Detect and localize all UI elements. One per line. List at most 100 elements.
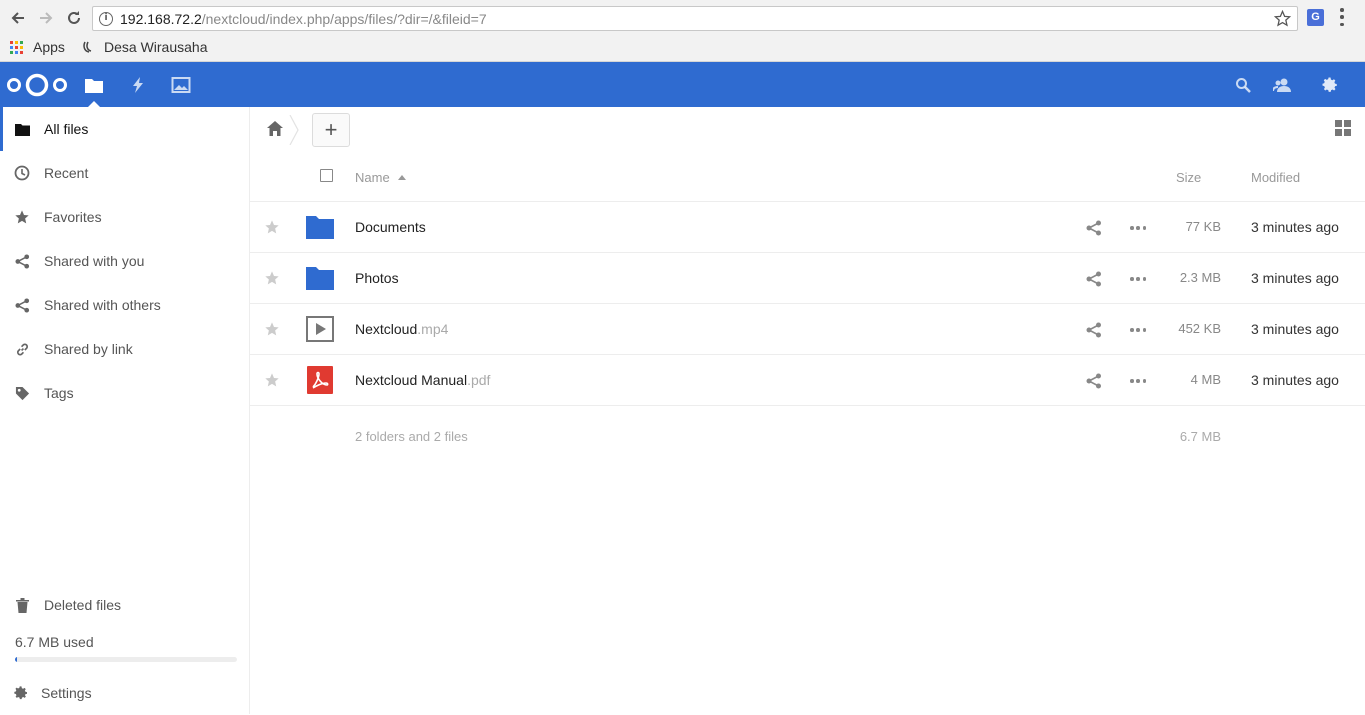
folder-icon <box>14 121 30 137</box>
clock-icon <box>14 165 30 181</box>
sidebar-item-label: Recent <box>44 165 89 181</box>
trash-icon <box>14 597 30 613</box>
bookmarks-bar: Apps Desa Wirausaha <box>0 36 1365 62</box>
app-content: + Name Size Modified Documents 77 KB 3 m… <box>250 107 1365 714</box>
file-name[interactable]: Documents <box>355 219 426 235</box>
grid-view-icon[interactable] <box>1335 120 1351 136</box>
share-icon[interactable] <box>1086 322 1102 338</box>
back-button[interactable] <box>8 8 28 28</box>
contacts-icon <box>1273 78 1291 92</box>
sidebar-item-recent[interactable]: Recent <box>0 151 249 195</box>
file-modified: 3 minutes ago <box>1251 321 1339 337</box>
file-row-documents[interactable]: Documents 77 KB 3 minutes ago <box>250 202 1365 253</box>
url-host: 192.168.72.2 <box>120 10 202 27</box>
file-size: 452 KB <box>1178 321 1221 336</box>
more-actions-icon[interactable] <box>1130 328 1146 332</box>
browser-toolbar: i 192.168.72.2/nextcloud/index.php/apps/… <box>0 0 1365 36</box>
search-icon <box>1236 78 1251 93</box>
bookmark-apps[interactable]: Apps <box>10 39 65 55</box>
breadcrumb-separator <box>289 115 299 145</box>
column-modified-sort[interactable]: Modified <box>1251 170 1300 185</box>
file-size: 4 MB <box>1190 372 1221 387</box>
more-actions-icon[interactable] <box>1130 277 1146 281</box>
more-actions-icon[interactable] <box>1130 226 1146 230</box>
site-favicon-icon <box>83 41 92 53</box>
bookmark-label: Apps <box>33 39 65 55</box>
translate-extension-icon[interactable]: G <box>1307 9 1324 26</box>
activity-icon <box>133 77 143 93</box>
video-file-icon[interactable] <box>305 315 335 343</box>
column-name-sort[interactable]: Name <box>355 170 406 185</box>
controls-bar: + <box>250 107 1365 153</box>
bookmark-desa-wirausaha[interactable]: Desa Wirausaha <box>82 39 208 55</box>
settings-gear-icon <box>13 685 29 701</box>
file-row-nextcloud-manual-pdf[interactable]: Nextcloud Manual.pdf 4 MB 3 minutes ago <box>250 355 1365 406</box>
share-icon[interactable] <box>1086 373 1102 389</box>
folder-icon[interactable] <box>305 264 335 292</box>
file-row-nextcloud-mp4[interactable]: Nextcloud.mp4 452 KB 3 minutes ago <box>250 304 1365 355</box>
select-all-checkbox[interactable] <box>320 169 333 182</box>
file-name[interactable]: Nextcloud Manual.pdf <box>355 372 490 388</box>
file-list-summary: 2 folders and 2 files 6.7 MB <box>250 427 1365 447</box>
favorite-star-icon[interactable] <box>264 270 280 286</box>
app-header <box>0 62 1365 107</box>
sidebar-item-shared-with-you[interactable]: Shared with you <box>0 239 249 283</box>
sidebar-settings-button[interactable]: Settings <box>0 671 249 715</box>
column-size-sort[interactable]: Size <box>1176 170 1201 185</box>
contacts-button[interactable] <box>1271 74 1293 96</box>
arrow-right-icon <box>40 12 53 24</box>
files-app-link[interactable] <box>83 74 105 96</box>
star-icon <box>14 209 30 225</box>
settings-menu-button[interactable] <box>1319 74 1341 96</box>
share-icon[interactable] <box>1086 220 1102 236</box>
sidebar-item-label: Favorites <box>44 209 102 225</box>
sidebar-item-favorites[interactable]: Favorites <box>0 195 249 239</box>
sidebar-item-shared-by-link[interactable]: Shared by link <box>0 327 249 371</box>
arrow-left-icon <box>11 12 24 24</box>
file-list-header: Name Size Modified <box>250 153 1365 202</box>
browser-menu-icon[interactable] <box>1340 8 1344 26</box>
share-icon[interactable] <box>1086 271 1102 287</box>
search-button[interactable] <box>1232 74 1254 96</box>
sidebar-item-shared-with-others[interactable]: Shared with others <box>0 283 249 327</box>
sidebar-item-tags[interactable]: Tags <box>0 371 249 415</box>
reload-icon <box>68 11 80 24</box>
sidebar-item-label: Shared by link <box>44 341 133 357</box>
summary-count: 2 folders and 2 files <box>355 429 468 444</box>
pdf-file-icon[interactable] <box>305 366 335 394</box>
file-modified: 3 minutes ago <box>1251 270 1339 286</box>
apps-grid-icon <box>10 40 23 54</box>
bookmark-star-icon[interactable] <box>1274 10 1291 27</box>
favorite-star-icon[interactable] <box>264 372 280 388</box>
info-icon[interactable]: i <box>99 11 113 26</box>
sidebar-item-label: Shared with others <box>44 297 161 313</box>
home-icon[interactable] <box>267 121 283 136</box>
url-path: /nextcloud/index.php/apps/files/?dir=/&f… <box>201 10 487 27</box>
sidebar-item-label: Settings <box>41 685 92 701</box>
gallery-app-link[interactable] <box>170 74 192 96</box>
file-size: 77 KB <box>1185 219 1221 234</box>
file-name[interactable]: Nextcloud.mp4 <box>355 321 448 337</box>
summary-size: 6.7 MB <box>1179 429 1221 444</box>
nextcloud-logo[interactable] <box>6 72 68 98</box>
file-name[interactable]: Photos <box>355 270 399 286</box>
sort-ascending-icon <box>397 175 406 180</box>
more-actions-icon[interactable] <box>1130 379 1146 383</box>
sidebar-item-all-files[interactable]: All files <box>0 107 249 151</box>
file-row-photos[interactable]: Photos 2.3 MB 3 minutes ago <box>250 253 1365 304</box>
activity-app-link[interactable] <box>127 74 149 96</box>
favorite-star-icon[interactable] <box>264 321 280 337</box>
sidebar-item-deleted-files[interactable]: Deleted files <box>0 583 249 627</box>
reload-button[interactable] <box>64 8 84 28</box>
quota-bar <box>15 657 237 662</box>
address-bar[interactable]: i 192.168.72.2/nextcloud/index.php/apps/… <box>92 6 1298 31</box>
bookmark-label: Desa Wirausaha <box>104 39 208 55</box>
file-modified: 3 minutes ago <box>1251 219 1339 235</box>
folder-icon[interactable] <box>305 213 335 241</box>
new-file-button[interactable]: + <box>312 113 350 147</box>
favorite-star-icon[interactable] <box>264 219 280 235</box>
forward-button[interactable] <box>36 8 56 28</box>
gallery-icon <box>171 77 191 93</box>
sidebar-item-label: All files <box>44 121 89 137</box>
link-icon <box>14 341 30 357</box>
